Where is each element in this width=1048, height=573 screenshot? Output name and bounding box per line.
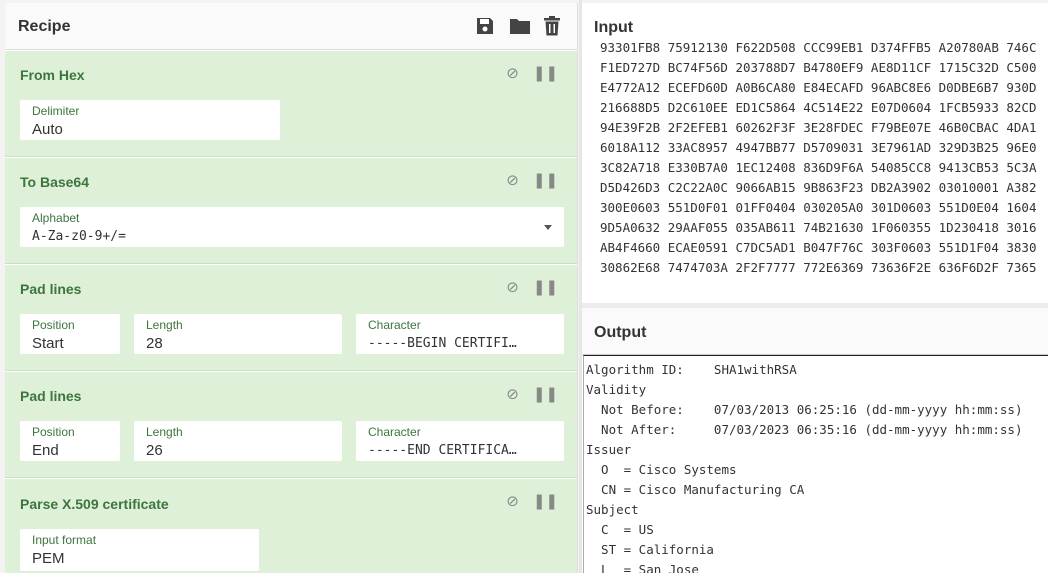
input-line: D5D426D3 C2C22A0C 9066AB15 9B863F23 DB2A… [600,180,1037,195]
input-line: 216688D5 D2C610EE ED1C5864 4C514E22 E07D… [600,100,1037,115]
output-line: Not Before: 07/03/2013 06:25:16 (dd-mm-y… [586,402,1023,417]
input-line: 30862E68 7474703A 2F2F7777 772E6369 7363… [600,260,1037,275]
disable-icon[interactable]: ⊘ [506,385,519,403]
disable-icon[interactable]: ⊘ [506,171,519,189]
operation-pad-lines-end[interactable]: Pad lines ⊘ ❚❚ Position End Length 26 Ch… [5,372,577,478]
field-value: A-Za-z0-9+/= [32,229,126,244]
operation-from-hex[interactable]: From Hex ⊘ ❚❚ Delimiter Auto [5,51,577,157]
input-line: AB4F4660 ECAE0591 C7DC5AD1 B047F76C 303F… [600,240,1037,255]
operation-name: Pad lines [20,388,82,404]
output-header: Output [582,308,1048,355]
length-field[interactable]: Length 28 [134,314,342,354]
output-text: Algorithm ID: SHA1withRSA Validity Not Be… [586,360,1023,573]
output-line: ST = California [586,542,714,557]
output-title: Output [594,324,647,341]
input-format-field[interactable]: Input format PEM [20,529,259,571]
pause-icon[interactable]: ❚❚ [533,385,558,403]
recipe-title: Recipe [18,18,71,35]
recipe-header: Recipe [5,3,577,50]
output-line: C = US [586,522,654,537]
position-field[interactable]: Position End [20,421,120,461]
output-panel: Output Algorithm ID: SHA1withRSA Validity… [582,308,1048,573]
input-line: 94E39F2B 2F2EFEB1 60262F3F 3E28FDEC F79B… [600,120,1037,135]
input-line: 9D5A0632 29AAF055 035AB611 74B21630 1F06… [600,220,1037,235]
input-textarea[interactable]: 93301FB8 75912130 F622D508 CCC99EB1 D374… [600,38,1037,278]
input-line: F1ED727D BC74F56D 203788D7 B4780EF9 AE8D… [600,60,1037,75]
operation-name: Pad lines [20,281,82,297]
disable-icon[interactable]: ⊘ [506,278,519,296]
input-title: Input [594,19,634,36]
operation-name: Parse X.509 certificate [20,496,169,512]
field-label: Position [32,425,75,439]
output-line: CN = Cisco Manufacturing CA [586,482,805,497]
field-value: 26 [146,442,163,459]
trash-icon[interactable] [543,16,563,36]
save-icon[interactable] [475,16,495,36]
input-line: 3C82A718 E330B7A0 1EC12408 836D9F6A 5408… [600,160,1037,175]
pause-icon[interactable]: ❚❚ [533,64,558,82]
operation-name: To Base64 [20,174,89,190]
length-field[interactable]: Length 26 [134,421,342,461]
output-line: Not After: 07/03/2023 06:35:16 (dd-mm-yy… [586,422,1023,437]
operation-parse-x509[interactable]: Parse X.509 certificate ⊘ ❚❚ Input forma… [5,479,577,573]
field-value: -----END CERTIFICA… [368,443,517,458]
field-label: Length [146,425,183,439]
folder-icon[interactable] [509,16,530,36]
pause-icon[interactable]: ❚❚ [533,171,558,189]
position-field[interactable]: Position Start [20,314,120,354]
disable-icon[interactable]: ⊘ [506,64,519,82]
delimiter-field[interactable]: Delimiter Auto [20,100,280,140]
operation-to-base64[interactable]: To Base64 ⊘ ❚❚ Alphabet A-Za-z0-9+/= [5,158,577,264]
field-value: End [32,442,59,459]
output-line: Validity [586,382,647,397]
input-line: 6018A112 33AC8957 4947BB77 D5709031 3E79… [600,140,1037,155]
output-textarea[interactable]: Algorithm ID: SHA1withRSA Validity Not Be… [583,355,1048,573]
field-value: PEM [32,550,65,567]
character-field[interactable]: Character -----BEGIN CERTIFI… [356,314,564,354]
field-label: Length [146,318,183,332]
operation-pad-lines-start[interactable]: Pad lines ⊘ ❚❚ Position Start Length 28 … [5,265,577,371]
pause-icon[interactable]: ❚❚ [533,492,558,510]
input-line: 300E0603 551D0F01 01FF0404 030205A0 301D… [600,200,1037,215]
disable-icon[interactable]: ⊘ [506,492,519,510]
field-label: Character [368,318,421,332]
pause-icon[interactable]: ❚❚ [533,278,558,296]
field-value: Auto [32,121,63,138]
field-value: -----BEGIN CERTIFI… [368,336,517,351]
output-line: Issuer [586,442,632,457]
recipe-panel: Recipe From Hex ⊘ ❚❚ Delimiter Auto To B… [5,3,578,573]
input-panel: Input 93301FB8 75912130 F622D508 CCC99EB… [582,3,1048,303]
output-line: Subject [586,502,639,517]
character-field[interactable]: Character -----END CERTIFICA… [356,421,564,461]
field-label: Input format [32,533,97,547]
field-label: Delimiter [32,104,80,118]
output-line: Algorithm ID: SHA1withRSA [586,362,797,377]
output-line: O = Cisco Systems [586,462,737,477]
field-value: 28 [146,335,163,352]
field-label: Character [368,425,421,439]
output-line: L = San Jose [586,562,699,573]
input-line: E4772A12 ECEFD60D A0B6CA80 E84ECAFD 96AB… [600,80,1037,95]
field-label: Alphabet [32,211,80,225]
field-value: Start [32,335,64,352]
chevron-down-icon[interactable] [544,225,552,230]
field-label: Position [32,318,75,332]
input-line: 93301FB8 75912130 F622D508 CCC99EB1 D374… [600,40,1037,55]
alphabet-dropdown[interactable]: Alphabet A-Za-z0-9+/= [20,207,564,247]
operation-name: From Hex [20,67,85,83]
